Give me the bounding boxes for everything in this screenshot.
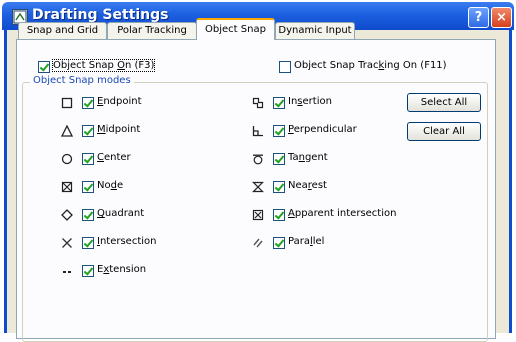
endpoint-label[interactable]: Endpoint [97, 96, 142, 107]
tab-snap-and-grid[interactable]: Snap and Grid [18, 22, 107, 39]
object-snap-tracking-checkbox[interactable] [279, 61, 291, 73]
close-button[interactable]: × [491, 7, 512, 28]
apparent-intersection-checkbox[interactable] [273, 209, 285, 221]
nearest-label[interactable]: Nearest [288, 180, 327, 191]
midpoint-label[interactable]: Midpoint [97, 124, 140, 135]
intersection-label[interactable]: Intersection [97, 236, 157, 247]
intersection-marker-icon [61, 237, 73, 249]
perpendicular-marker-icon [252, 125, 264, 137]
tangent-label[interactable]: Tangent [288, 152, 328, 163]
insertion-checkbox[interactable] [273, 97, 285, 109]
select-all-button[interactable]: Select All [407, 93, 481, 112]
extension-checkbox[interactable] [82, 265, 94, 277]
perpendicular-checkbox[interactable] [273, 125, 285, 137]
insertion-label[interactable]: Insertion [288, 96, 332, 107]
apparent-intersection-label[interactable]: Apparent intersection [288, 208, 396, 219]
apparent-intersection-marker-icon [252, 209, 264, 221]
center-label[interactable]: Center [97, 152, 131, 163]
endpoint-marker-icon [61, 97, 73, 109]
tangent-checkbox[interactable] [273, 153, 285, 165]
clear-all-button[interactable]: Clear All [407, 122, 481, 141]
nearest-checkbox[interactable] [273, 181, 285, 193]
nearest-marker-icon [252, 181, 264, 193]
insertion-marker-icon [252, 97, 264, 109]
center-marker-icon [61, 153, 73, 165]
quadrant-marker-icon [61, 209, 73, 221]
extension-label[interactable]: Extension [97, 264, 146, 275]
center-checkbox[interactable] [82, 153, 94, 165]
tab-polar-tracking[interactable]: Polar Tracking [107, 22, 197, 39]
quadrant-checkbox[interactable] [82, 209, 94, 221]
node-checkbox[interactable] [82, 181, 94, 193]
midpoint-marker-icon [61, 125, 73, 137]
quadrant-label[interactable]: Quadrant [97, 208, 144, 219]
node-label[interactable]: Node [97, 180, 123, 191]
tab-object-snap[interactable]: Object Snap [196, 18, 275, 40]
extension-marker-icon [61, 265, 73, 277]
endpoint-checkbox[interactable] [82, 97, 94, 109]
midpoint-checkbox[interactable] [82, 125, 94, 137]
parallel-marker-icon [252, 237, 264, 249]
parallel-checkbox[interactable] [273, 237, 285, 249]
help-button[interactable]: ? [468, 7, 489, 28]
window-title: Drafting Settings [32, 7, 169, 23]
perpendicular-label[interactable]: Perpendicular [288, 124, 357, 135]
node-marker-icon [61, 181, 73, 193]
parallel-label[interactable]: Parallel [288, 236, 324, 247]
object-snap-tracking-label[interactable]: Object Snap Tracking On (F11) [294, 60, 447, 71]
object-snap-on-checkbox[interactable] [38, 61, 50, 73]
tab-dynamic-input[interactable]: Dynamic Input [275, 22, 355, 39]
tangent-marker-icon [252, 153, 264, 165]
object-snap-modes-title: Object Snap modes [30, 75, 134, 86]
intersection-checkbox[interactable] [82, 237, 94, 249]
object-snap-on-label[interactable]: Object Snap On (F3) [51, 59, 156, 72]
